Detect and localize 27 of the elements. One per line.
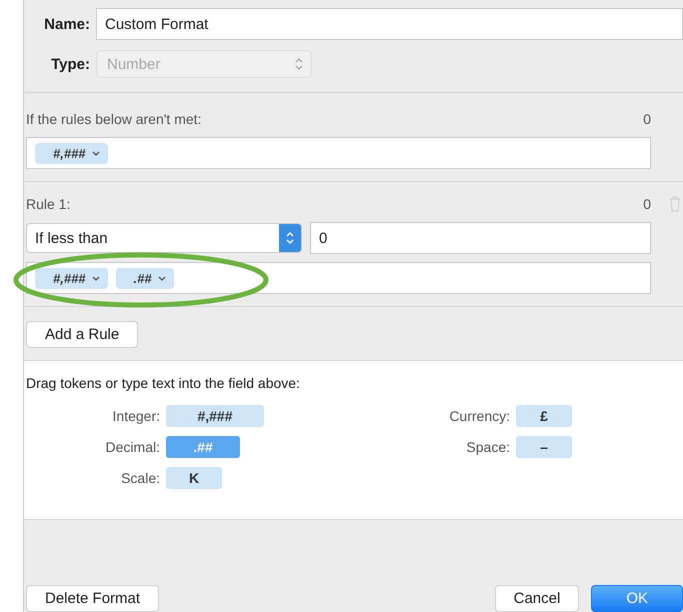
value-input[interactable]: 0 [310,222,651,254]
type-label: Type: [50,56,91,72]
format-field[interactable]: #,### .## [26,262,651,294]
format-token[interactable]: #,### [166,405,264,427]
token-label: Space: [465,439,511,455]
name-label: Name: [43,16,91,32]
hint-text: Drag tokens or type text into the field above: [26,375,301,391]
token-label: Decimal: [104,439,161,455]
format-field[interactable]: #,### [26,137,651,169]
format-token[interactable]: .## [116,268,174,288]
condition-select[interactable]: If less than [26,223,302,253]
token-label: Integer: [112,408,161,424]
format-token[interactable]: K [166,467,222,489]
name-input[interactable]: Custom Format [96,8,683,40]
section-label: If the rules below aren't met: [26,111,202,127]
usage-count: 0 [643,196,651,212]
add-rule-button[interactable]: Add a Rule [26,321,138,348]
format-token[interactable]: #,### [35,268,108,288]
format-token[interactable]: £ [516,405,572,427]
token-label: Currency: [448,408,511,424]
format-token[interactable]: – [516,436,572,458]
delete-format-button[interactable]: Delete Format [26,585,160,612]
rule-label: Rule 1: [26,196,70,212]
format-token[interactable]: #,### [35,142,108,164]
token-label: Scale: [120,470,161,486]
usage-count: 0 [643,111,651,127]
cancel-button[interactable]: Cancel [494,585,580,612]
